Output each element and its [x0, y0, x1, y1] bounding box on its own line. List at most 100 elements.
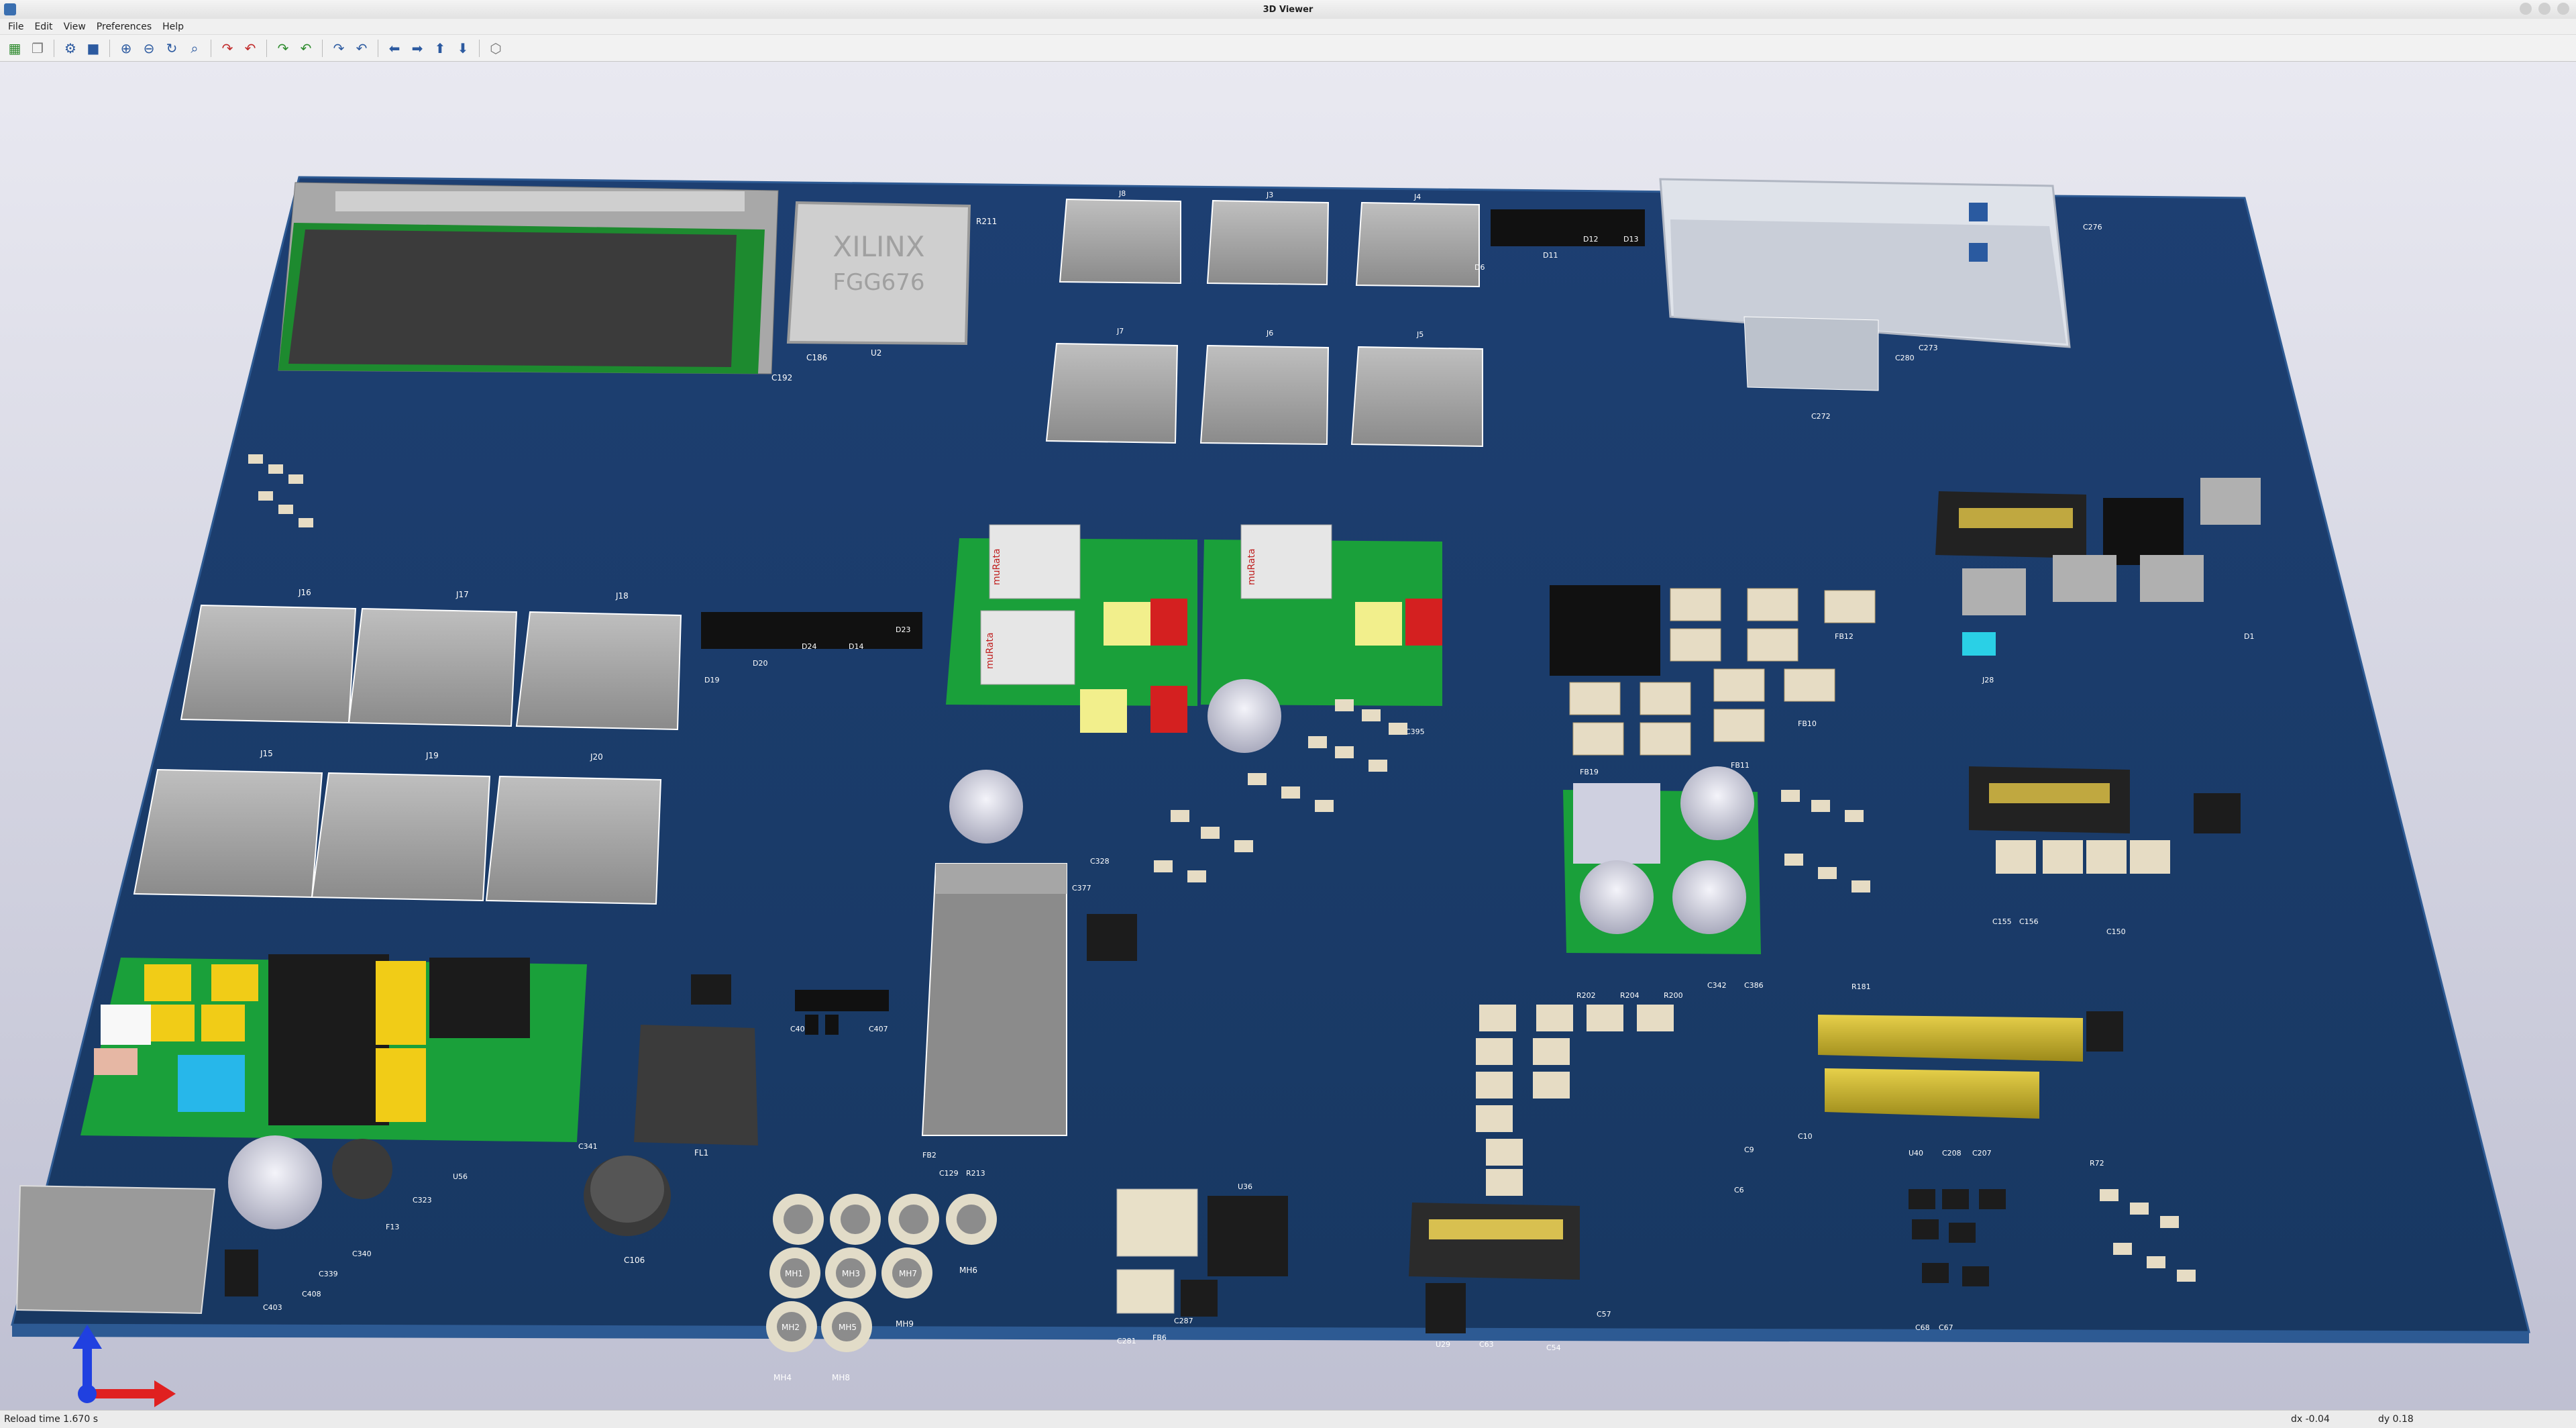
close-icon[interactable] [2557, 3, 2569, 15]
menu-view[interactable]: View [60, 20, 90, 34]
pcb-render[interactable]: XILINX FGG676 U2 R211 C192 C186 J8 J3 J4… [0, 62, 2576, 1410]
ref-c106: C106 [624, 1256, 645, 1265]
ref-d1: D1 [2244, 632, 2254, 641]
ref-c281: C281 [1117, 1337, 1136, 1345]
ref-c395: C395 [1405, 727, 1425, 736]
ref-c408: C408 [302, 1290, 321, 1298]
refresh-icon[interactable]: ↻ [162, 39, 181, 58]
toolbar-separator [266, 39, 267, 57]
ref-j20: J20 [590, 752, 603, 762]
menu-bar: File Edit View Preferences Help [0, 19, 2576, 35]
murata-logo-1: muRata [991, 548, 1002, 585]
toolbar-separator [322, 39, 323, 57]
ref-c10: C10 [1798, 1132, 1813, 1141]
rotate-z-ccw-icon[interactable]: ↶ [352, 39, 371, 58]
maximize-icon[interactable] [2538, 3, 2551, 15]
ref-c280: C280 [1895, 354, 1915, 362]
ref-j15: J15 [260, 749, 273, 758]
ref-d23: D23 [896, 625, 910, 634]
ref-j4: J4 [1413, 193, 1421, 201]
ref-fl1: FL1 [694, 1148, 708, 1158]
menu-edit[interactable]: Edit [30, 20, 56, 34]
ref-fb19: FB19 [1580, 768, 1599, 776]
ref-j28: J28 [1982, 676, 1994, 684]
rotate-x-ccw-icon[interactable]: ↶ [241, 39, 260, 58]
ref-r72: R72 [2090, 1159, 2104, 1168]
ref-c272: C272 [1811, 412, 1831, 421]
window-title: 3D Viewer [1263, 4, 1313, 15]
rotate-y-cw-icon[interactable]: ↷ [274, 39, 292, 58]
ref-fb2: FB2 [922, 1151, 936, 1160]
copy-image-icon[interactable]: ❐ [28, 39, 47, 58]
status-bar: Reload time 1.670 s dx -0.04 dy 0.18 [0, 1410, 2576, 1428]
ref-mh9: MH9 [896, 1319, 914, 1329]
render-3d-icon[interactable]: ■ [84, 39, 103, 58]
ref-c129: C129 [939, 1169, 959, 1178]
ref-c407: C407 [869, 1025, 888, 1033]
ref-u29: U29 [1436, 1340, 1450, 1349]
murata-logo-3: muRata [985, 632, 996, 669]
ref-mh8: MH8 [832, 1373, 850, 1382]
ref-c342: C342 [1707, 981, 1727, 990]
rotate-y-ccw-icon[interactable]: ↶ [297, 39, 315, 58]
ref-c63: C63 [1479, 1340, 1494, 1349]
ref-d11: D11 [1543, 251, 1558, 260]
zoom-fit-icon[interactable]: ⌕ [185, 39, 204, 58]
ref-u40: U40 [1909, 1149, 1923, 1158]
ref-c155: C155 [1992, 917, 2012, 926]
render-raytracing-icon[interactable]: ▦ [5, 39, 24, 58]
pan-down-icon[interactable]: ⬇ [453, 39, 472, 58]
ref-c403: C403 [263, 1303, 282, 1312]
zoom-in-icon[interactable]: ⊕ [117, 39, 136, 58]
ref-d6: D6 [1474, 263, 1485, 272]
rotate-x-cw-icon[interactable]: ↷ [218, 39, 237, 58]
ref-d12: D12 [1583, 235, 1598, 244]
ref-mh3: MH3 [842, 1269, 860, 1278]
ref-r200: R200 [1664, 991, 1683, 1000]
ref-c54: C54 [1546, 1343, 1561, 1352]
toolbar-separator [479, 39, 480, 57]
ref-j3: J3 [1266, 191, 1273, 199]
pan-right-icon[interactable]: ➡ [408, 39, 427, 58]
ref-r181: R181 [1851, 982, 1871, 991]
dy-readout: dy 0.18 [2378, 1414, 2414, 1425]
fpga-brand-label: XILINX [833, 230, 924, 263]
ref-r211: R211 [976, 217, 997, 226]
ref-r202: R202 [1576, 991, 1596, 1000]
ref-fb12: FB12 [1835, 632, 1854, 641]
ref-fb11: FB11 [1731, 761, 1750, 770]
menu-file[interactable]: File [4, 20, 28, 34]
ref-c208: C208 [1942, 1149, 1962, 1158]
toolbar: ▦ ❐ ⚙ ■ ⊕ ⊖ ↻ ⌕ ↷ ↶ ↷ ↶ ↷ ↶ ⬅ ➡ ⬆ ⬇ ⬡ [0, 35, 2576, 62]
dimm-socket [278, 182, 779, 374]
ref-c9: C9 [1744, 1145, 1754, 1154]
menu-help[interactable]: Help [158, 20, 188, 34]
ref-fb10: FB10 [1798, 719, 1817, 728]
ref-c67: C67 [1939, 1323, 1953, 1332]
ref-j17: J17 [455, 590, 469, 599]
ref-c328: C328 [1090, 857, 1110, 866]
ref-j7: J7 [1116, 327, 1124, 336]
menu-preferences[interactable]: Preferences [93, 20, 156, 34]
3d-viewport[interactable]: XILINX FGG676 U2 R211 C192 C186 J8 J3 J4… [0, 62, 2576, 1410]
ref-mh4: MH4 [773, 1373, 792, 1382]
ref-r213: R213 [966, 1169, 985, 1178]
ref-d14: D14 [849, 642, 863, 651]
ref-d19: D19 [704, 676, 719, 684]
pan-up-icon[interactable]: ⬆ [431, 39, 449, 58]
zoom-out-icon[interactable]: ⊖ [140, 39, 158, 58]
ref-c273: C273 [1919, 344, 1938, 352]
minimize-icon[interactable] [2520, 3, 2532, 15]
options-gear-icon[interactable]: ⚙ [61, 39, 80, 58]
ref-c68: C68 [1915, 1323, 1930, 1332]
ref-fb6: FB6 [1152, 1333, 1167, 1342]
pan-left-icon[interactable]: ⬅ [385, 39, 404, 58]
rotate-z-cw-icon[interactable]: ↷ [329, 39, 348, 58]
ref-mh6: MH6 [959, 1266, 977, 1275]
ref-mh2: MH2 [782, 1323, 800, 1332]
ref-c341: C341 [578, 1142, 598, 1151]
ortho-view-icon[interactable]: ⬡ [486, 39, 505, 58]
ref-c6: C6 [1734, 1186, 1744, 1194]
ref-u36: U36 [1238, 1182, 1252, 1191]
ref-u2: U2 [871, 348, 881, 358]
